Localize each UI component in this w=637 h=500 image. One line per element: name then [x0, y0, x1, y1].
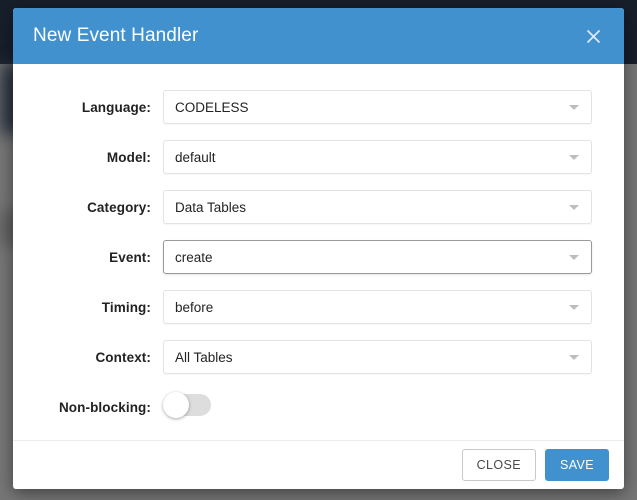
form-row-non-blocking: Non-blocking: — [13, 382, 624, 432]
category-select-value: Data Tables — [175, 199, 247, 215]
control-category: Data Tables — [163, 190, 624, 224]
category-select[interactable]: Data Tables — [163, 190, 592, 224]
timing-select[interactable]: before — [163, 290, 592, 324]
model-select[interactable]: default — [163, 140, 592, 174]
non-blocking-toggle[interactable] — [163, 391, 211, 418]
form-row-language: Language: CODELESS — [13, 82, 624, 132]
control-language: CODELESS — [163, 90, 624, 124]
form-row-category: Category: Data Tables — [13, 182, 624, 232]
form-row-timing: Timing: before — [13, 282, 624, 332]
dialog-header: New Event Handler — [13, 8, 624, 64]
label-context: Context: — [95, 349, 151, 365]
label-language: Language: — [81, 99, 151, 115]
label-timing: Timing: — [101, 299, 151, 315]
close-button[interactable]: CLOSE — [461, 449, 536, 481]
control-event: create — [163, 240, 624, 274]
close-icon[interactable] — [578, 21, 608, 51]
dialog-title: New Event Handler — [33, 25, 199, 46]
chevron-down-icon — [569, 205, 579, 210]
chevron-down-icon — [569, 155, 579, 160]
language-select[interactable]: CODELESS — [163, 90, 592, 124]
control-timing: before — [163, 290, 624, 324]
non-blocking-toggle-knob — [163, 391, 189, 418]
save-button[interactable]: SAVE — [544, 449, 609, 481]
timing-select-value: before — [175, 299, 214, 315]
label-category: Category: — [87, 199, 151, 215]
label-event: Event: — [109, 249, 151, 265]
control-non-blocking — [163, 391, 624, 421]
context-select-value: All Tables — [175, 349, 233, 365]
language-select-value: CODELESS — [175, 99, 249, 115]
form-row-context: Context: All Tables — [13, 332, 624, 382]
control-model: default — [163, 140, 624, 174]
dialog-footer: CLOSE SAVE — [13, 440, 624, 489]
event-select[interactable]: create — [163, 240, 592, 274]
dialog-body: Language: CODELESS Model: default Catego… — [13, 64, 624, 440]
new-event-handler-dialog: New Event Handler Language: CODELESS Mod… — [13, 8, 624, 489]
chevron-down-icon — [569, 355, 579, 360]
chevron-down-icon — [569, 255, 579, 260]
chevron-down-icon — [569, 305, 579, 310]
form-row-event: Event: create — [13, 232, 624, 282]
model-select-value: default — [175, 149, 216, 165]
control-context: All Tables — [163, 340, 624, 374]
event-select-value: create — [175, 249, 213, 265]
label-non-blocking: Non-blocking: — [58, 399, 151, 415]
context-select[interactable]: All Tables — [163, 340, 592, 374]
chevron-down-icon — [569, 105, 579, 110]
label-model: Model: — [106, 149, 151, 165]
form-row-model: Model: default — [13, 132, 624, 182]
